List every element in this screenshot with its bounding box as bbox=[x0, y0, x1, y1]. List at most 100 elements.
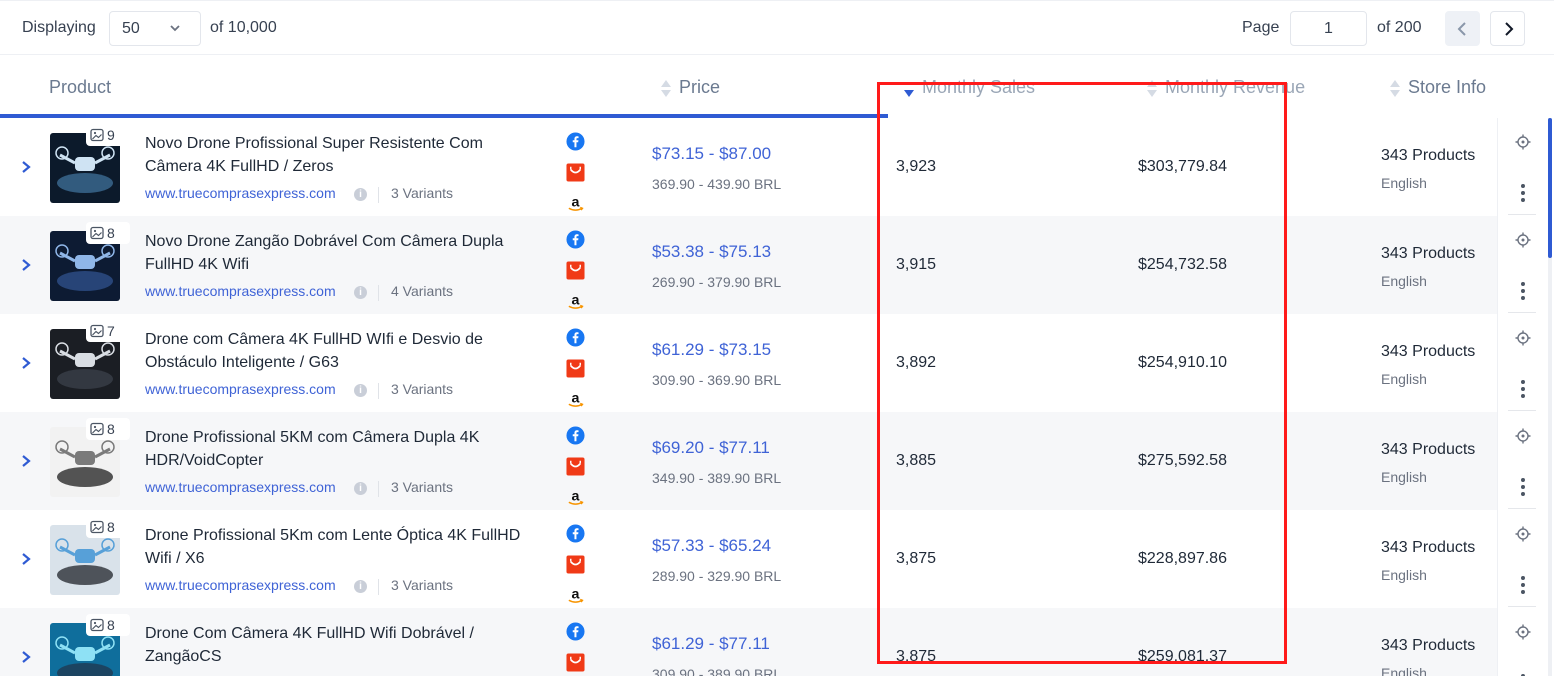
svg-text:a: a bbox=[572, 586, 581, 602]
image-count-badge: 8 bbox=[86, 418, 130, 440]
monthly-revenue-value: $254,910.10 bbox=[1138, 354, 1227, 371]
expand-row-icon[interactable] bbox=[20, 454, 32, 468]
table-row[interactable]: 8 Novo Drone Zangão Dobrável Com Câmera D… bbox=[0, 216, 1497, 314]
more-options-icon[interactable] bbox=[1521, 282, 1525, 300]
scrollbar-thumb[interactable] bbox=[1548, 118, 1552, 258]
divider bbox=[1508, 606, 1536, 607]
crosshair-icon[interactable] bbox=[1515, 526, 1531, 542]
table-row[interactable]: 8 Drone Com Câmera 4K FullHD Wifi Dobráve… bbox=[0, 608, 1497, 676]
product-title[interactable]: Drone com Câmera 4K FullHD WIfi e Desvio… bbox=[145, 328, 525, 374]
column-store-info-label: Store Info bbox=[1408, 77, 1487, 97]
product-title[interactable]: Drone Profissional 5KM com Câmera Dupla … bbox=[145, 426, 525, 472]
product-title[interactable]: Drone Com Câmera 4K FullHD Wifi Dobrável… bbox=[145, 622, 525, 668]
svg-text:a: a bbox=[572, 292, 581, 308]
crosshair-icon[interactable] bbox=[1515, 232, 1531, 248]
crosshair-icon[interactable] bbox=[1515, 330, 1531, 346]
info-icon[interactable]: i bbox=[354, 580, 367, 593]
table-row[interactable]: 8 Drone Profissional 5KM com Câmera Dupla… bbox=[0, 412, 1497, 510]
amazon-icon[interactable]: a bbox=[566, 194, 585, 213]
store-language: English bbox=[1381, 567, 1427, 583]
ad-platforms: a bbox=[566, 230, 586, 323]
facebook-icon[interactable] bbox=[566, 426, 585, 445]
aliexpress-icon[interactable] bbox=[566, 261, 585, 280]
price-usd: $53.38 - $75.13 bbox=[652, 242, 772, 261]
store-language: English bbox=[1381, 273, 1427, 289]
more-options-icon[interactable] bbox=[1521, 576, 1525, 594]
column-product[interactable]: Product bbox=[49, 77, 111, 98]
page-number-input[interactable]: 1 bbox=[1290, 11, 1367, 46]
more-options-icon[interactable] bbox=[1521, 184, 1525, 202]
store-language: English bbox=[1381, 175, 1427, 191]
aliexpress-icon[interactable] bbox=[566, 457, 585, 476]
image-icon bbox=[90, 422, 104, 436]
table-row[interactable]: 7 Drone com Câmera 4K FullHD WIfi e Desvi… bbox=[0, 314, 1497, 412]
store-link[interactable]: www.truecomprasexpress.com bbox=[145, 479, 336, 495]
expand-row-icon[interactable] bbox=[20, 552, 32, 566]
info-icon[interactable]: i bbox=[354, 384, 367, 397]
store-link[interactable]: www.truecomprasexpress.com bbox=[145, 381, 336, 397]
image-count: 8 bbox=[107, 421, 115, 437]
table-header: Product Price Monthly Sales Monthly Reve… bbox=[0, 56, 1554, 118]
facebook-icon[interactable] bbox=[566, 230, 585, 249]
aliexpress-icon[interactable] bbox=[566, 359, 585, 378]
displaying-label: Displaying bbox=[22, 19, 96, 36]
more-options-icon[interactable] bbox=[1521, 380, 1525, 398]
table-row[interactable]: 8 Drone Profissional 5Km com Lente Óptica… bbox=[0, 510, 1497, 608]
row-actions-column bbox=[1497, 118, 1547, 676]
facebook-icon[interactable] bbox=[566, 132, 585, 151]
facebook-icon[interactable] bbox=[566, 328, 585, 347]
ad-platforms bbox=[566, 622, 586, 676]
monthly-revenue-value: $228,897.86 bbox=[1138, 550, 1227, 567]
crosshair-icon[interactable] bbox=[1515, 624, 1531, 640]
expand-row-icon[interactable] bbox=[20, 356, 32, 370]
product-title[interactable]: Novo Drone Profissional Super Resistente… bbox=[145, 132, 525, 178]
expand-row-icon[interactable] bbox=[20, 258, 32, 272]
column-store-info[interactable]: Store Info bbox=[1390, 77, 1486, 98]
crosshair-icon[interactable] bbox=[1515, 134, 1531, 150]
aliexpress-icon[interactable] bbox=[566, 653, 585, 672]
amazon-icon[interactable]: a bbox=[566, 586, 585, 605]
aliexpress-icon[interactable] bbox=[566, 163, 585, 182]
amazon-icon[interactable]: a bbox=[566, 488, 585, 507]
price-local: 309.90 - 369.90 BRL bbox=[652, 372, 782, 388]
ad-platforms: a bbox=[566, 524, 586, 617]
table-row[interactable]: 9 Novo Drone Profissional Super Resistent… bbox=[0, 118, 1497, 216]
facebook-icon[interactable] bbox=[566, 622, 585, 641]
crosshair-icon[interactable] bbox=[1515, 428, 1531, 444]
product-title[interactable]: Drone Profissional 5Km com Lente Óptica … bbox=[145, 524, 525, 570]
info-icon[interactable]: i bbox=[354, 482, 367, 495]
expand-row-icon[interactable] bbox=[20, 160, 32, 174]
per-page-select[interactable]: 50 bbox=[109, 11, 201, 46]
info-icon[interactable]: i bbox=[354, 188, 367, 201]
row-actions bbox=[1498, 608, 1548, 676]
column-price[interactable]: Price bbox=[661, 77, 720, 98]
ad-platforms: a bbox=[566, 132, 586, 225]
image-icon bbox=[90, 324, 104, 338]
monthly-revenue-value: $303,779.84 bbox=[1138, 158, 1227, 175]
column-price-label: Price bbox=[679, 77, 721, 97]
amazon-icon[interactable]: a bbox=[566, 292, 585, 311]
column-monthly-revenue[interactable]: Monthly Revenue bbox=[1147, 77, 1305, 98]
prev-page-button[interactable] bbox=[1445, 11, 1480, 46]
next-page-button[interactable] bbox=[1490, 11, 1525, 46]
sort-icon bbox=[1390, 78, 1400, 98]
svg-text:a: a bbox=[572, 488, 581, 504]
store-link[interactable]: www.truecomprasexpress.com bbox=[145, 185, 336, 201]
column-monthly-revenue-label: Monthly Revenue bbox=[1165, 77, 1306, 97]
price-usd: $61.29 - $77.11 bbox=[652, 634, 770, 653]
info-icon[interactable]: i bbox=[354, 286, 367, 299]
store-language: English bbox=[1381, 469, 1427, 485]
pagination-bar: Displaying 50 of 10,000 Page 1 of 200 bbox=[0, 0, 1554, 55]
store-link[interactable]: www.truecomprasexpress.com bbox=[145, 283, 336, 299]
product-title[interactable]: Novo Drone Zangão Dobrável Com Câmera Du… bbox=[145, 230, 525, 276]
monthly-revenue-value: $254,732.58 bbox=[1138, 256, 1227, 273]
amazon-icon[interactable]: a bbox=[566, 390, 585, 409]
column-monthly-sales[interactable]: Monthly Sales bbox=[904, 77, 1035, 98]
aliexpress-icon[interactable] bbox=[566, 555, 585, 574]
facebook-icon[interactable] bbox=[566, 524, 585, 543]
store-link[interactable]: www.truecomprasexpress.com bbox=[145, 577, 336, 593]
divider bbox=[1508, 410, 1536, 411]
more-options-icon[interactable] bbox=[1521, 478, 1525, 496]
variants-count: 3 Variants bbox=[391, 381, 453, 397]
expand-row-icon[interactable] bbox=[20, 650, 32, 664]
